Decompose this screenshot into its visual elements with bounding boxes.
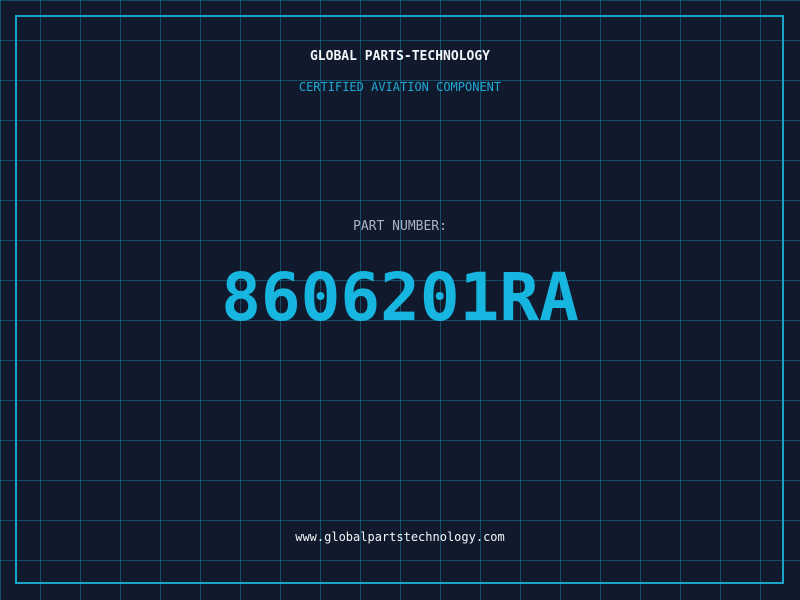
website-url: www.globalpartstechnology.com bbox=[295, 530, 505, 544]
brand-name: GLOBAL PARTS-TECHNOLOGY bbox=[309, 49, 490, 64]
part-number-value: 8606201RA bbox=[221, 259, 579, 336]
certification-subtitle: CERTIFIED AVIATION COMPONENT bbox=[298, 80, 502, 94]
part-number-label: PART NUMBER: bbox=[353, 219, 447, 234]
